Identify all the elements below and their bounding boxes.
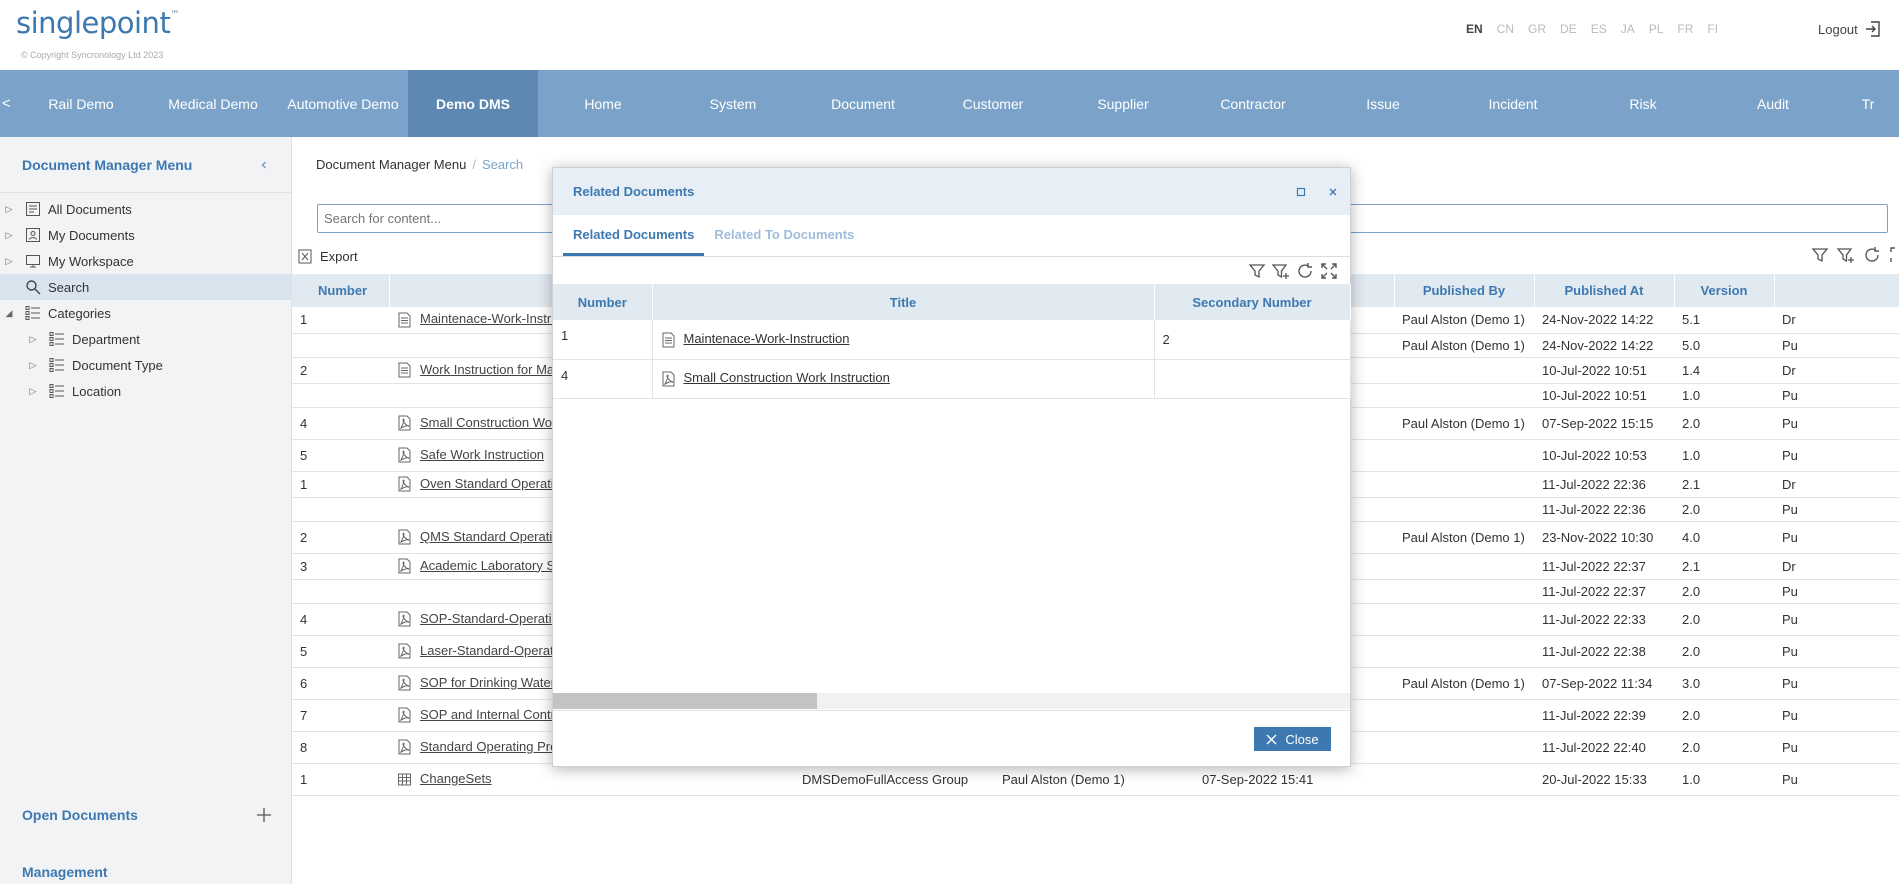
close-button[interactable]: Close — [1254, 727, 1331, 751]
cell-title[interactable]: Small Construction Work Instruction — [652, 359, 1155, 399]
maximize-icon[interactable] — [1296, 187, 1306, 197]
table-row[interactable]: 4 Small Construction Work Instruction — [553, 359, 1351, 399]
related-documents-dialog: Related Documents Related Documents Relat… — [552, 167, 1351, 767]
column-header[interactable]: Number — [553, 284, 653, 320]
document-link[interactable]: Small Construction Work Instruction — [684, 370, 890, 385]
dialog-grid-toolbar — [553, 257, 1350, 284]
cell-secondary-number: 2 — [1154, 320, 1351, 360]
document-icon — [661, 332, 676, 348]
column-header[interactable]: Secondary Number — [1154, 284, 1351, 320]
column-header[interactable]: Title — [652, 284, 1155, 320]
close-icon[interactable] — [1328, 187, 1338, 197]
filter-add-icon[interactable] — [1272, 262, 1290, 280]
tab-related-documents[interactable]: Related Documents — [563, 215, 705, 256]
dialog-footer: Close — [553, 710, 1350, 766]
tab-related-to-documents[interactable]: Related To Documents — [704, 215, 864, 256]
cell-number: 4 — [553, 359, 653, 399]
close-icon — [1266, 734, 1277, 745]
refresh-icon[interactable] — [1296, 262, 1314, 280]
dialog-title: Related Documents — [573, 184, 695, 199]
filter-icon[interactable] — [1248, 262, 1266, 280]
modal-overlay: Related Documents Related Documents Relat… — [0, 0, 1899, 884]
table-row[interactable]: 1 Maintenace-Work-Instruction 2 — [553, 320, 1351, 360]
dialog-tabs: Related Documents Related To Documents — [553, 215, 1350, 257]
dialog-titlebar: Related Documents — [553, 168, 1350, 215]
close-label: Close — [1285, 731, 1319, 747]
related-documents-grid: Number Title Secondary Number 1 Maintenace-… — [553, 284, 1351, 399]
cell-title[interactable]: Maintenace-Work-Instruction — [652, 320, 1155, 360]
fullscreen-icon[interactable] — [1320, 262, 1338, 280]
cell-secondary-number — [1154, 359, 1351, 399]
cell-number: 1 — [553, 320, 653, 360]
scrollbar-thumb[interactable] — [553, 693, 817, 709]
document-link[interactable]: Maintenace-Work-Instruction — [684, 331, 850, 346]
horizontal-scrollbar[interactable] — [553, 693, 1350, 709]
pdf-icon — [661, 371, 676, 387]
